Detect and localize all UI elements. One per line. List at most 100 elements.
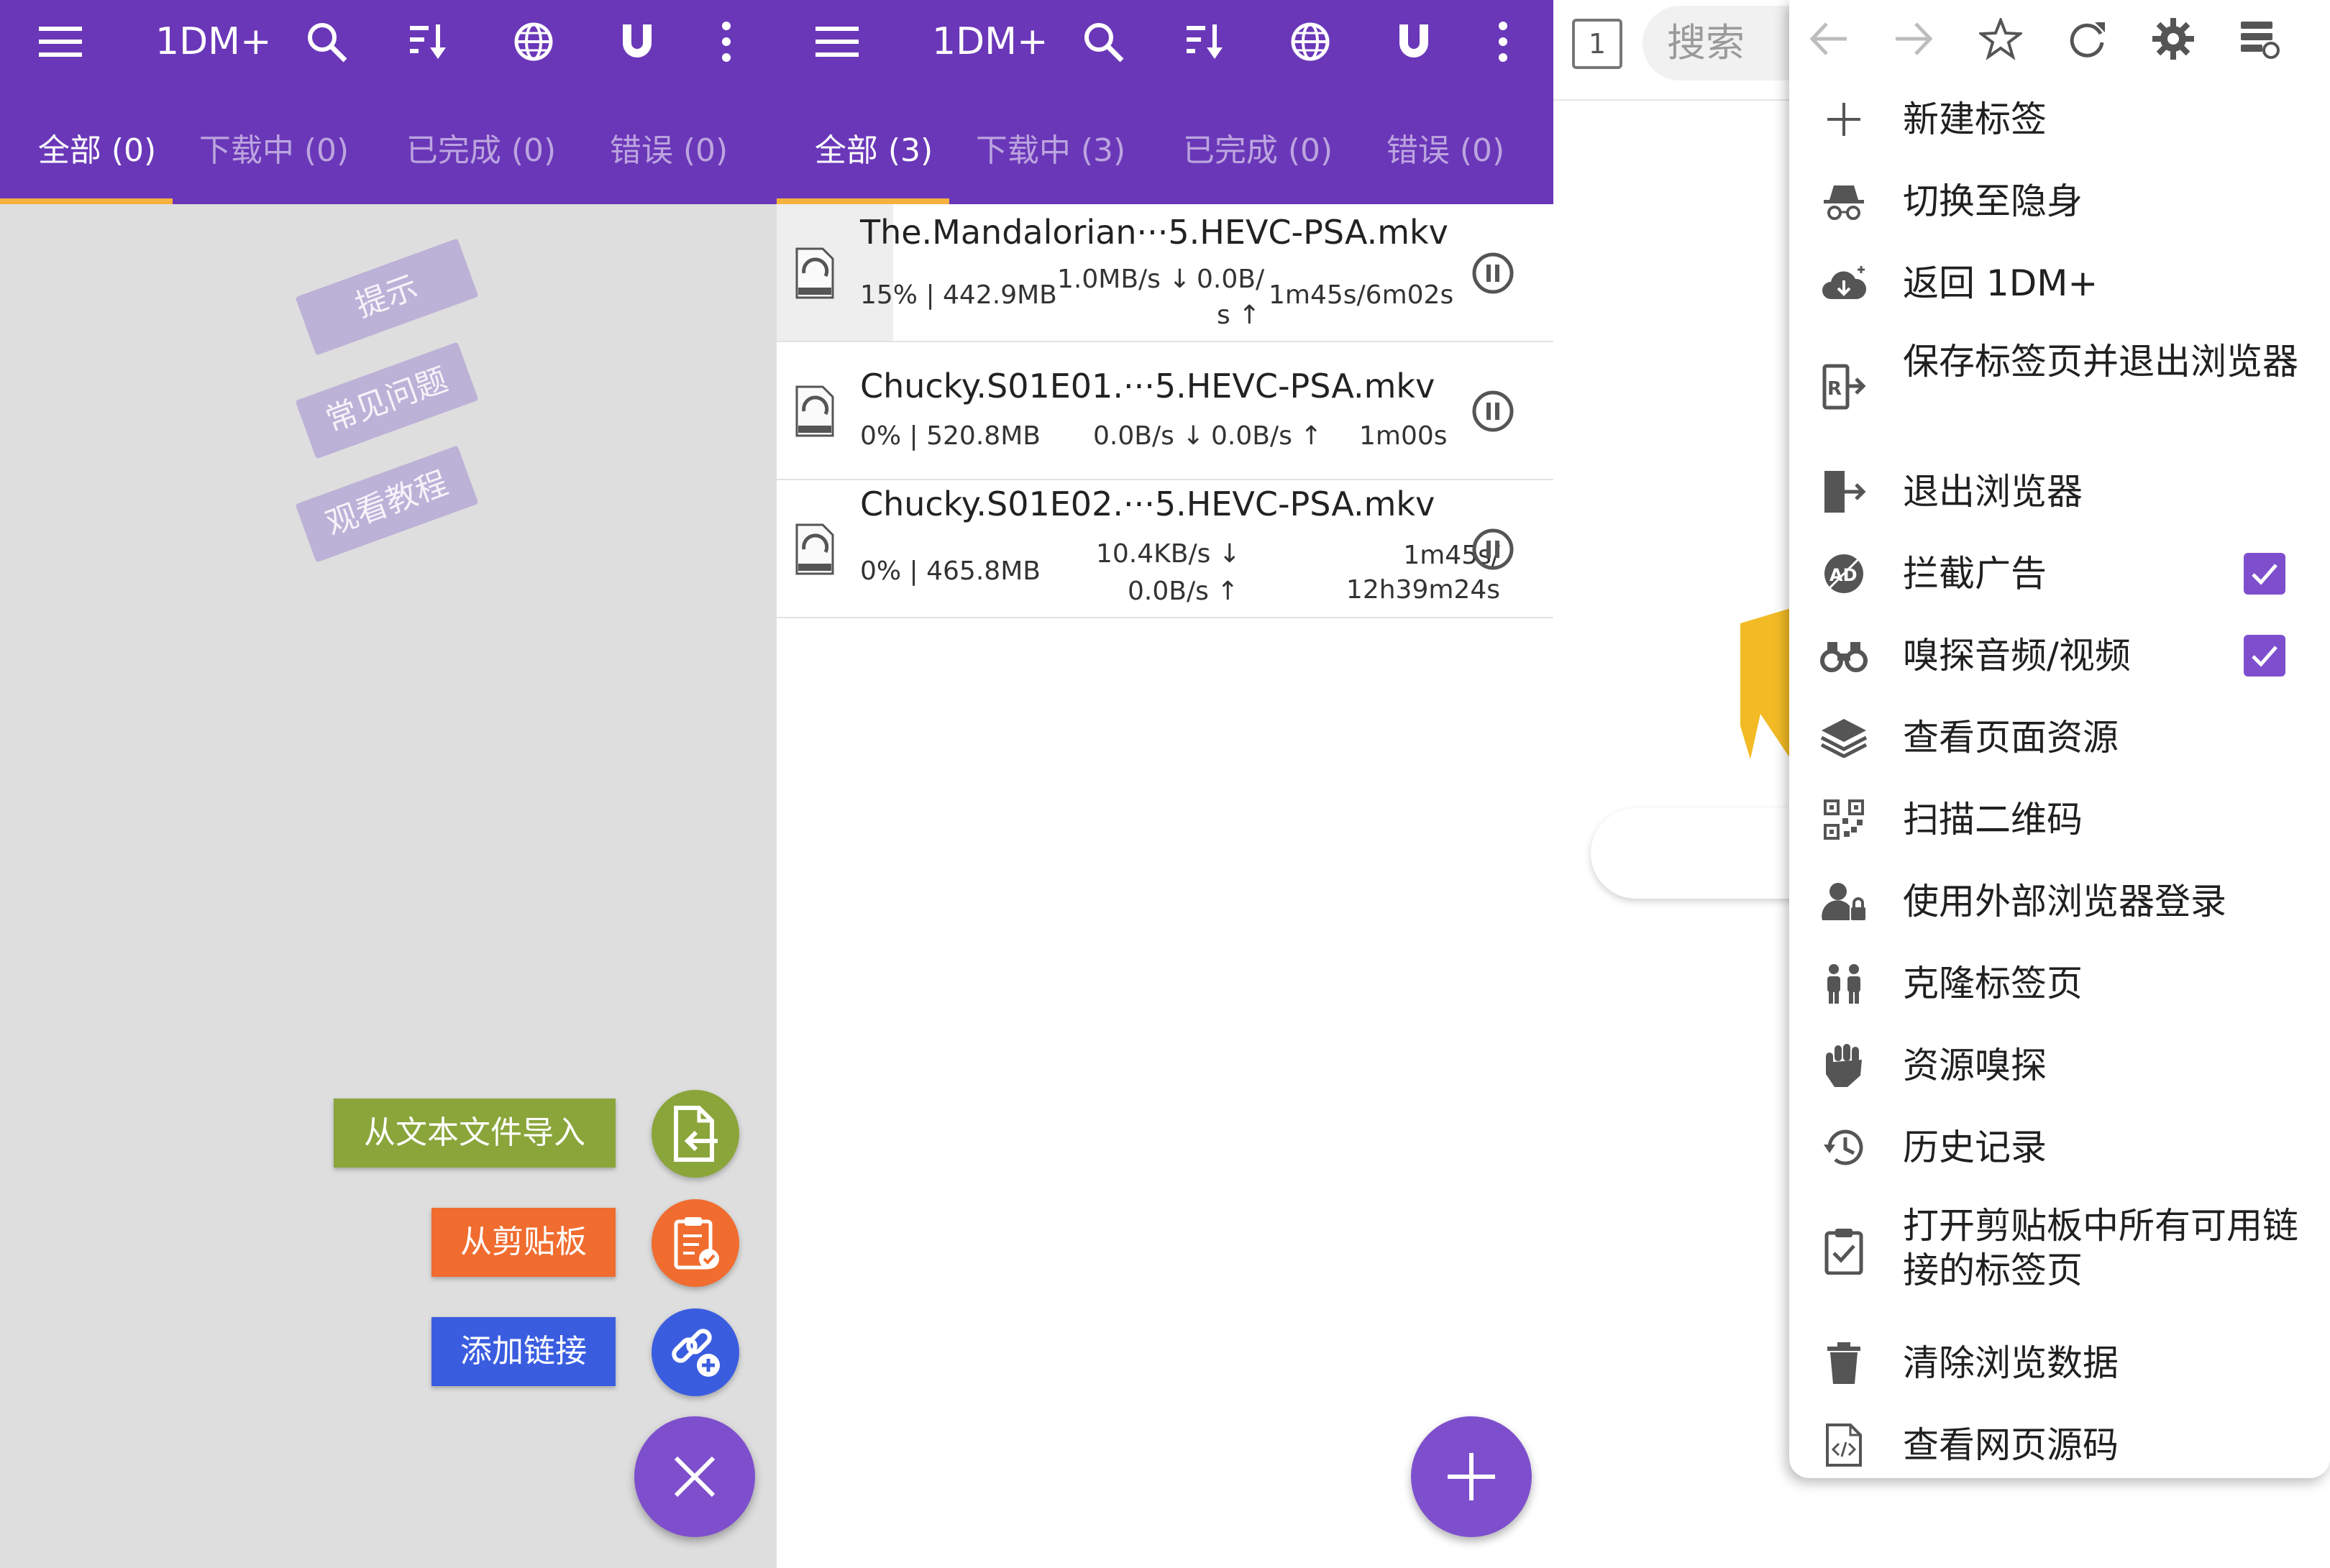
import-from-text-label[interactable]: 从文本文件导入 [334, 1099, 616, 1168]
menu-item-label: 返回 1DM+ [1903, 262, 2098, 304]
search-icon[interactable] [1077, 16, 1129, 68]
from-clipboard-label[interactable]: 从剪贴板 [431, 1208, 616, 1277]
tab-completed[interactable]: 已完成 (0) [384, 122, 578, 204]
torrent-file-icon [795, 247, 834, 299]
download-row[interactable]: The.Mandalorian···5.HEVC-PSA.mkv 15% | 4… [777, 204, 1553, 342]
star-icon[interactable] [1975, 13, 2027, 65]
upload-speed-unit: s ↑ [1217, 301, 1261, 330]
people-icon [1818, 958, 1870, 1009]
menu-item-label: 查看页面资源 [1903, 717, 2119, 758]
menu-item-view-source[interactable]: 查看网页源码 [1789, 1419, 2330, 1471]
trash-icon [1818, 1337, 1870, 1389]
menu-item-history[interactable]: 历史记录 [1789, 1122, 2330, 1173]
menu-item-new-tab[interactable]: 新建标签 [1789, 93, 2330, 145]
menu-item-save-and-exit[interactable]: R 保存标签页并退出浏览器 [1789, 339, 2330, 434]
menu-item-resource-sniffer[interactable]: 资源嗅探 [1789, 1040, 2330, 1091]
menu-item-return-1dm[interactable]: 返回 1DM+ [1789, 257, 2330, 309]
pause-icon[interactable] [1471, 252, 1514, 295]
qr-code-icon [1818, 794, 1870, 845]
back-arrow-icon[interactable] [1802, 13, 1854, 65]
link-add-icon[interactable] [652, 1308, 739, 1396]
hint-faq[interactable]: 常见问题 [295, 341, 479, 459]
menu-item-sniff-media[interactable]: 嗅探音频/视频 [1789, 630, 2330, 682]
pause-icon[interactable] [1471, 390, 1514, 433]
menu-item-page-resources[interactable]: 查看页面资源 [1789, 712, 2330, 764]
sniff-media-checkbox[interactable] [2244, 635, 2285, 677]
clipboard-check-icon[interactable] [652, 1199, 739, 1287]
file-import-icon[interactable] [652, 1090, 739, 1178]
menu-item-label: 切换至隐身 [1903, 180, 2083, 222]
menu-toolbar [1789, 0, 2330, 79]
more-options-icon[interactable] [1477, 16, 1529, 68]
menu-item-block-ads[interactable]: AD 拦截广告 [1789, 548, 2330, 600]
tab-downloading[interactable]: 下载中 (3) [954, 122, 1148, 204]
menu-icon[interactable] [35, 16, 86, 68]
clipboard-check-icon [1818, 1225, 1870, 1277]
tab-downloading[interactable]: 下载中 (0) [177, 122, 371, 204]
upload-speed: 0.0B/s ↑ [1211, 421, 1322, 451]
download-speed: 1.0MB/s ↓ [1057, 265, 1191, 294]
download-row[interactable]: Chucky.S01E01.···5.HEVC-PSA.mkv 0% | 520… [777, 342, 1553, 480]
settings-gear-icon[interactable] [2147, 13, 2199, 65]
download-progress-size: 0% | 520.8MB [860, 421, 1041, 451]
menu-item-clear-data[interactable]: 清除浏览数据 [1789, 1337, 2330, 1389]
tab-bar: 全部 (3) 下载中 (3) 已完成 (0) 错误 (0) [777, 122, 1553, 204]
hint-tips[interactable]: 提示 [295, 238, 479, 356]
menu-icon[interactable] [811, 16, 863, 68]
ad-block-icon: AD [1818, 548, 1870, 600]
torrent-file-icon [795, 523, 834, 575]
hint-tutorial[interactable]: 观看教程 [295, 445, 479, 563]
tab-error[interactable]: 错误 (0) [1348, 122, 1543, 204]
app-bar: 1DM+ 全部 (3) 下载中 (3) 已完成 (0) 错误 (0) [777, 0, 1553, 204]
menu-item-label: 查看网页源码 [1903, 1424, 2119, 1466]
upload-speed: 0.0B/s ↑ [1128, 577, 1239, 606]
tab-count-button[interactable]: 1 [1572, 19, 1622, 69]
close-fab-button[interactable] [634, 1416, 755, 1537]
source-code-icon [1818, 1419, 1870, 1471]
browser-globe-icon[interactable] [508, 16, 559, 68]
incognito-icon [1818, 175, 1870, 227]
download-progress-size: 0% | 465.8MB [860, 556, 1041, 586]
tab-error[interactable]: 错误 (0) [572, 122, 766, 204]
add-link-label[interactable]: 添加链接 [431, 1317, 616, 1386]
download-progress-size: 15% | 442.9MB [860, 280, 1057, 310]
magnet-icon[interactable] [1388, 16, 1440, 68]
app-title: 1DM+ [155, 20, 272, 63]
menu-item-open-clipboard-links[interactable]: 打开剪贴板中所有可用链接的标签页 [1789, 1203, 2330, 1298]
menu-item-label: 历史记录 [1903, 1127, 2047, 1168]
middle-download-screen: 1DM+ 全部 (3) 下载中 (3) 已完成 (0) 错误 (0) The.M… [777, 0, 1553, 1568]
app-bar: 1DM+ 全部 (0) 下载中 (0) 已完成 (0) 错误 (0) [0, 0, 777, 204]
plus-icon [1448, 1453, 1495, 1500]
search-icon[interactable] [301, 16, 352, 68]
browser-globe-icon[interactable] [1284, 16, 1336, 68]
menu-item-external-login[interactable]: 使用外部浏览器登录 [1789, 876, 2330, 927]
more-options-icon[interactable] [700, 16, 752, 68]
magnet-icon[interactable] [611, 16, 663, 68]
forward-arrow-icon[interactable] [1888, 13, 1940, 65]
site-settings-icon[interactable] [2234, 13, 2285, 65]
menu-item-incognito[interactable]: 切换至隐身 [1789, 175, 2330, 227]
download-row[interactable]: Chucky.S01E02.···5.HEVC-PSA.mkv 0% | 465… [777, 480, 1553, 618]
download-time: 1m00s [1359, 421, 1448, 451]
add-download-button[interactable] [1411, 1416, 1532, 1537]
ad-block-checkbox[interactable] [2244, 553, 2285, 595]
tab-all[interactable]: 全部 (3) [777, 122, 971, 204]
tab-indicator [0, 198, 173, 204]
menu-item-clone-tab[interactable]: 克隆标签页 [1789, 958, 2330, 1009]
sort-icon[interactable] [404, 16, 456, 68]
menu-item-label: 拦截广告 [1903, 553, 2047, 595]
tab-indicator [777, 198, 949, 204]
menu-item-label: 打开剪贴板中所有可用链接的标签页 [1903, 1205, 2298, 1291]
menu-item-exit-browser[interactable]: 退出浏览器 [1789, 466, 2330, 518]
download-speed: 10.4KB/s ↓ [1096, 539, 1241, 569]
tab-completed[interactable]: 已完成 (0) [1161, 122, 1355, 204]
cloud-download-icon [1818, 257, 1870, 309]
download-file-name: The.Mandalorian···5.HEVC-PSA.mkv [860, 213, 1448, 252]
menu-item-label: 扫描二维码 [1903, 799, 2083, 840]
menu-item-label: 资源嗅探 [1903, 1045, 2047, 1086]
menu-item-scan-qr[interactable]: 扫描二维码 [1789, 794, 2330, 845]
sort-icon[interactable] [1181, 16, 1233, 68]
refresh-icon[interactable] [2061, 13, 2113, 65]
pause-icon[interactable] [1471, 528, 1514, 571]
tab-all[interactable]: 全部 (0) [0, 122, 194, 204]
